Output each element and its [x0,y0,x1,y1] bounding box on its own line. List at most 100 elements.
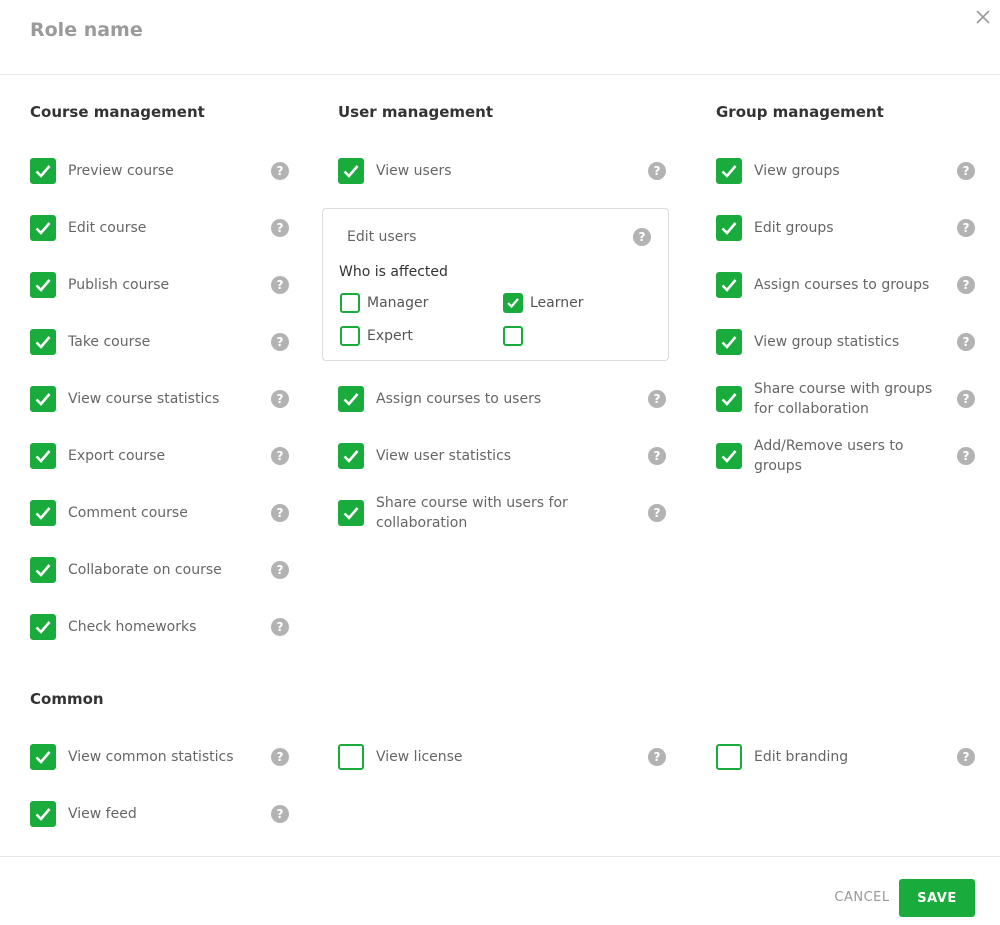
check-icon [721,336,737,349]
perm-export-course[interactable]: Export course ? [30,436,292,476]
checkbox[interactable] [30,158,56,184]
perm-assign-courses-to-groups[interactable]: Assign courses to groups ? [716,265,976,305]
perm-take-course[interactable]: Take course ? [30,322,292,362]
checkbox[interactable] [30,272,56,298]
perm-preview-course[interactable]: Preview course ? [30,151,292,191]
perm-comment-course[interactable]: Comment course ? [30,493,292,533]
perm-check-homeworks[interactable]: Check homeworks ? [30,607,292,647]
option-label: Learner [530,295,584,311]
checkbox[interactable] [30,386,56,412]
perm-edit-groups[interactable]: Edit groups ? [716,208,976,248]
help-icon[interactable]: ? [957,333,975,351]
perm-label: View common statistics [68,749,234,765]
perm-view-course-statistics[interactable]: View course statistics ? [30,379,292,419]
help-icon[interactable]: ? [271,561,289,579]
perm-view-license[interactable]: View license ? [338,737,668,777]
check-icon [35,808,51,821]
checkbox[interactable] [30,614,56,640]
perm-label: Edit groups [754,220,834,236]
checkbox[interactable] [338,500,364,526]
help-icon[interactable]: ? [271,447,289,465]
perm-view-groups[interactable]: View groups ? [716,151,976,191]
perm-view-feed[interactable]: View feed ? [30,794,292,834]
save-button[interactable]: SAVE [899,879,975,917]
check-icon [35,222,51,235]
checkbox[interactable] [30,557,56,583]
help-icon[interactable]: ? [271,504,289,522]
perm-label: View user statistics [376,448,512,464]
help-icon[interactable]: ? [957,219,975,237]
check-icon [35,507,51,520]
checkbox[interactable] [340,326,360,346]
checkbox[interactable] [503,293,523,313]
perm-label: Add/Remove users to groups [754,438,904,474]
checkbox[interactable] [30,215,56,241]
perm-view-users[interactable]: View users ? [338,151,668,191]
perm-view-user-statistics[interactable]: View user statistics ? [338,436,668,476]
help-icon[interactable]: ? [648,504,666,522]
checkbox[interactable] [716,443,742,469]
perm-label: View license [376,749,463,765]
checkbox[interactable] [30,443,56,469]
help-icon[interactable]: ? [648,748,666,766]
help-icon[interactable]: ? [648,162,666,180]
perm-label: View feed [68,806,137,822]
help-icon[interactable]: ? [271,219,289,237]
checkbox[interactable] [716,272,742,298]
help-icon[interactable]: ? [957,162,975,180]
checkbox[interactable] [30,500,56,526]
perm-edit-branding[interactable]: Edit branding ? [716,737,976,777]
help-icon[interactable]: ? [271,333,289,351]
affected-option-manager[interactable]: Manager [340,292,480,314]
checkbox[interactable] [716,744,742,770]
check-icon [35,165,51,178]
checkbox[interactable] [340,293,360,313]
perm-collaborate-on-course[interactable]: Collaborate on course ? [30,550,292,590]
help-icon[interactable]: ? [957,748,975,766]
affected-option-learner[interactable]: Learner [503,292,643,314]
checkbox[interactable] [30,801,56,827]
perm-edit-course[interactable]: Edit course ? [30,208,292,248]
perm-label: View group statistics [754,334,900,350]
checkbox[interactable] [338,386,364,412]
help-icon[interactable]: ? [271,748,289,766]
perm-view-common-statistics[interactable]: View common statistics ? [30,737,292,777]
perm-label: Edit branding [754,749,849,765]
help-icon[interactable]: ? [271,276,289,294]
close-icon[interactable] [972,6,994,28]
checkbox[interactable] [30,329,56,355]
perm-share-course-with-users[interactable]: Share course with users for collaboratio… [338,493,668,533]
help-icon[interactable]: ? [957,390,975,408]
perm-view-group-statistics[interactable]: View group statistics ? [716,322,976,362]
checkbox[interactable] [716,329,742,355]
checkbox[interactable] [503,326,523,346]
affected-option-expert[interactable]: Expert [340,325,480,347]
perm-assign-courses-to-users[interactable]: Assign courses to users ? [338,379,668,419]
help-icon[interactable]: ? [271,390,289,408]
checkbox[interactable] [338,744,364,770]
checkbox[interactable] [716,215,742,241]
help-icon[interactable]: ? [957,447,975,465]
help-icon[interactable]: ? [271,162,289,180]
cancel-button[interactable]: CANCEL [828,880,896,916]
help-icon[interactable]: ? [648,447,666,465]
affected-option-unlabeled[interactable] [503,325,643,347]
checkbox[interactable] [716,158,742,184]
help-icon[interactable]: ? [648,390,666,408]
help-icon[interactable]: ? [633,228,651,246]
help-icon[interactable]: ? [271,618,289,636]
checkbox[interactable] [338,158,364,184]
edit-users-label: Edit users [347,229,417,245]
checkbox[interactable] [30,744,56,770]
check-icon [343,393,359,406]
check-icon [343,507,359,520]
perm-add-remove-users-to-groups[interactable]: Add/Remove users to groups ? [716,436,976,476]
perm-publish-course[interactable]: Publish course ? [30,265,292,305]
option-label: Manager [367,295,429,311]
help-icon[interactable]: ? [957,276,975,294]
checkbox[interactable] [338,443,364,469]
perm-share-course-with-groups[interactable]: Share course with groups for collaborati… [716,379,976,419]
help-icon[interactable]: ? [271,805,289,823]
checkbox[interactable] [716,386,742,412]
section-title-course-management: Course management [30,103,205,121]
